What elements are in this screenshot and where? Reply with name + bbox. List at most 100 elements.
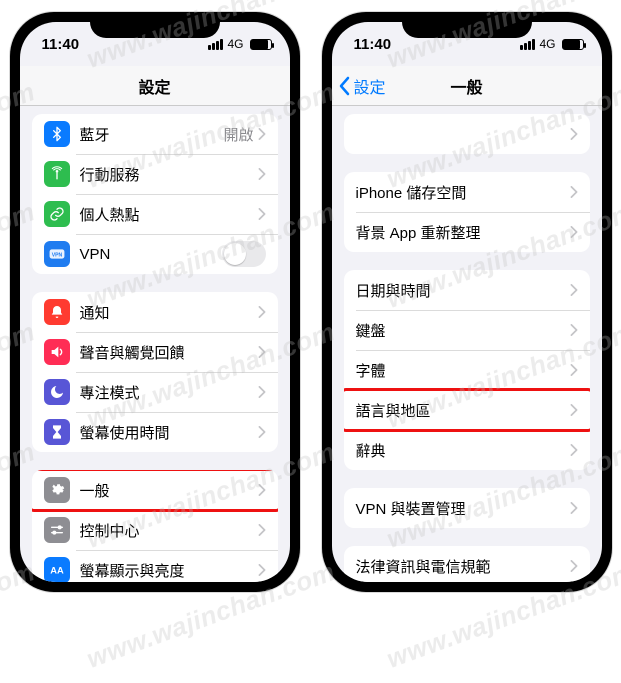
settings-row-bluetooth[interactable]: 藍牙開啟 — [32, 114, 278, 154]
chevron-right-icon — [570, 502, 578, 514]
settings-row-vpn[interactable]: VPN VPN — [32, 234, 278, 274]
page-title: 一般 — [450, 74, 482, 98]
chevron-right-icon — [570, 128, 578, 140]
settings-row-legal[interactable]: 法律資訊與電信規範 — [344, 546, 590, 582]
row-label: 螢幕使用時間 — [80, 422, 258, 443]
chevron-right-icon — [258, 426, 266, 438]
battery-icon — [562, 39, 584, 50]
svg-text:AA: AA — [50, 565, 64, 575]
row-label: 控制中心 — [80, 520, 258, 541]
settings-row-fonts[interactable]: 字體 — [344, 350, 590, 390]
settings-row-notifications[interactable]: 通知 — [32, 292, 278, 332]
settings-row-hotspot[interactable]: 個人熱點 — [32, 194, 278, 234]
chevron-right-icon — [258, 306, 266, 318]
settings-group: VPN 與裝置管理 — [344, 488, 590, 528]
chevron-right-icon — [570, 324, 578, 336]
status-time: 11:40 — [42, 36, 80, 53]
notch — [90, 12, 220, 38]
settings-row-vpn-device-mgmt[interactable]: VPN 與裝置管理 — [344, 488, 590, 528]
chevron-right-icon — [258, 524, 266, 536]
network-label: 4G — [227, 37, 243, 51]
settings-row-about-tail[interactable] — [344, 114, 590, 154]
back-button[interactable]: 設定 — [338, 66, 386, 105]
chevron-right-icon — [258, 346, 266, 358]
notch — [402, 12, 532, 38]
speaker-icon — [44, 339, 70, 365]
row-label: 一般 — [80, 480, 258, 501]
settings-group: 通知聲音與觸覺回饋專注模式螢幕使用時間 — [32, 292, 278, 452]
row-label: 鍵盤 — [356, 320, 570, 341]
hourglass-icon — [44, 419, 70, 445]
row-label: 辭典 — [356, 440, 570, 461]
chevron-right-icon — [570, 364, 578, 376]
page-title: 設定 — [138, 74, 170, 98]
gear-icon — [44, 477, 70, 503]
chevron-right-icon — [570, 284, 578, 296]
row-label: 法律資訊與電信規範 — [356, 556, 570, 577]
chevron-right-icon — [258, 484, 266, 496]
moon-icon — [44, 379, 70, 405]
row-label: 個人熱點 — [80, 204, 258, 225]
network-label: 4G — [539, 37, 555, 51]
settings-row-dictionary[interactable]: 辭典 — [344, 430, 590, 470]
row-label: 通知 — [80, 302, 258, 323]
aa-icon: AA — [44, 557, 70, 582]
settings-row-date-time[interactable]: 日期與時間 — [344, 270, 590, 310]
chevron-right-icon — [258, 168, 266, 180]
phone-right: 11:40 4G 設定一般iPhone 儲存空間背景 App 重新整理日期與時間… — [322, 12, 612, 592]
row-label: 背景 App 重新整理 — [356, 222, 570, 243]
chevron-right-icon — [258, 386, 266, 398]
phone-left: 11:40 4G 設定藍牙開啟行動服務個人熱點 VPN VPN 通知聲音與觸覺回饋專注… — [10, 12, 300, 592]
chevron-right-icon — [570, 404, 578, 416]
row-label: 螢幕顯示與亮度 — [80, 560, 258, 581]
settings-row-iphone-storage[interactable]: iPhone 儲存空間 — [344, 172, 590, 212]
bell-icon — [44, 299, 70, 325]
settings-row-keyboard[interactable]: 鍵盤 — [344, 310, 590, 350]
chevron-right-icon — [258, 564, 266, 576]
content-scroll[interactable]: iPhone 儲存空間背景 App 重新整理日期與時間鍵盤字體語言與地區辭典 VP… — [332, 106, 602, 582]
antenna-icon — [44, 161, 70, 187]
bluetooth-icon — [44, 121, 70, 147]
vpn-icon: VPN — [44, 241, 70, 267]
status-time: 11:40 — [354, 36, 392, 53]
row-label: iPhone 儲存空間 — [356, 182, 570, 203]
row-label: 聲音與觸覺回饋 — [80, 342, 258, 363]
settings-group: 一般控制中心AA螢幕顯示與亮度主畫面輔助使用背景圖片Siri 與搜尋 — [32, 470, 278, 582]
chevron-right-icon — [570, 444, 578, 456]
chevron-right-icon — [258, 128, 266, 140]
settings-row-language-region[interactable]: 語言與地區 — [344, 390, 590, 430]
row-label: 日期與時間 — [356, 280, 570, 301]
row-label: VPN 與裝置管理 — [356, 498, 570, 519]
settings-group — [344, 114, 590, 154]
settings-row-focus[interactable]: 專注模式 — [32, 372, 278, 412]
settings-group: 日期與時間鍵盤字體語言與地區辭典 — [344, 270, 590, 470]
content-scroll[interactable]: 藍牙開啟行動服務個人熱點 VPN VPN 通知聲音與觸覺回饋專注模式螢幕使用時間一般控… — [20, 106, 290, 582]
row-label: 專注模式 — [80, 382, 258, 403]
row-label: 字體 — [356, 360, 570, 381]
settings-row-cellular[interactable]: 行動服務 — [32, 154, 278, 194]
settings-group: 藍牙開啟行動服務個人熱點 VPN VPN — [32, 114, 278, 274]
chevron-right-icon — [570, 560, 578, 572]
settings-row-screentime[interactable]: 螢幕使用時間 — [32, 412, 278, 452]
back-label: 設定 — [354, 74, 386, 98]
link-icon — [44, 201, 70, 227]
chevron-right-icon — [570, 226, 578, 238]
svg-text:VPN: VPN — [51, 252, 62, 258]
row-label: VPN — [80, 246, 222, 263]
toggle-switch[interactable] — [222, 241, 266, 267]
battery-icon — [250, 39, 272, 50]
chevron-right-icon — [570, 186, 578, 198]
settings-row-background-refresh[interactable]: 背景 App 重新整理 — [344, 212, 590, 252]
sliders-icon — [44, 517, 70, 543]
row-label: 行動服務 — [80, 164, 258, 185]
settings-row-controlcenter[interactable]: 控制中心 — [32, 510, 278, 550]
nav-bar: 設定 一般 — [332, 66, 602, 106]
row-value: 開啟 — [223, 124, 253, 145]
nav-bar: 設定 — [20, 66, 290, 106]
settings-row-display[interactable]: AA 螢幕顯示與亮度 — [32, 550, 278, 582]
signal-icon — [520, 39, 535, 50]
settings-row-general[interactable]: 一般 — [32, 470, 278, 510]
settings-row-sounds[interactable]: 聲音與觸覺回饋 — [32, 332, 278, 372]
chevron-right-icon — [258, 208, 266, 220]
row-label: 藍牙 — [80, 124, 224, 145]
